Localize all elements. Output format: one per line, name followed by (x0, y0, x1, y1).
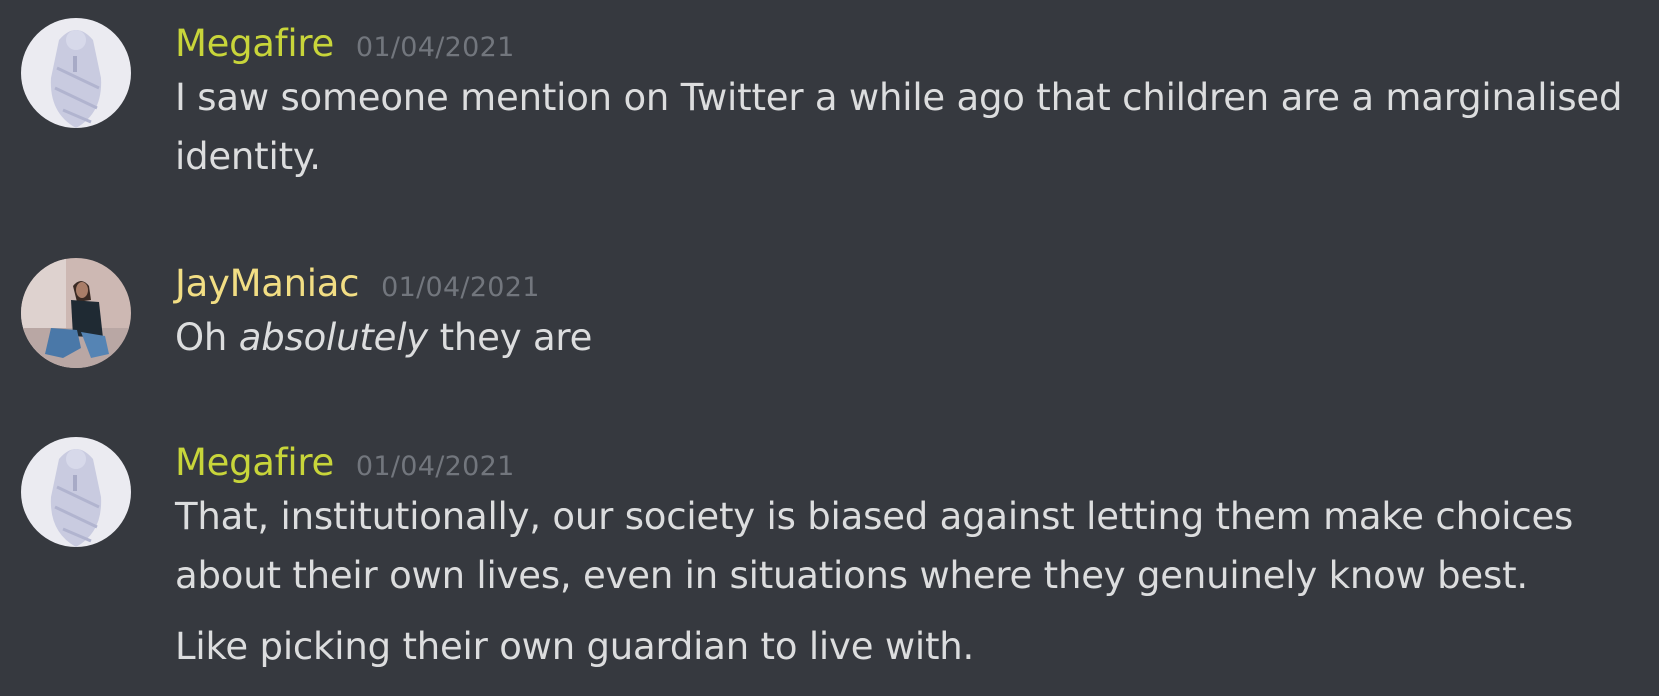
message-content: Megafire 01/04/2021 That, institutionall… (175, 441, 1639, 676)
emphasis-text: absolutely (238, 316, 429, 359)
username[interactable]: Megafire (175, 441, 334, 484)
text-before: Oh (175, 316, 239, 359)
message-text: That, institutionally, our society is bi… (175, 495, 1574, 597)
message-text: Oh absolutely they are (175, 308, 1639, 367)
username[interactable]: JayManiac (175, 262, 359, 305)
avatar[interactable] (21, 437, 131, 547)
text-after: they are (428, 316, 593, 359)
message-header: Megafire 01/04/2021 (175, 441, 1639, 487)
message-content: Megafire 01/04/2021 I saw someone mentio… (175, 22, 1639, 186)
baby-avatar-icon (21, 437, 131, 547)
timestamp[interactable]: 01/04/2021 (356, 32, 515, 63)
avatar[interactable] (21, 258, 131, 368)
message-header: JayManiac 01/04/2021 (175, 262, 1639, 308)
message-content: JayManiac 01/04/2021 Oh absolutely they … (175, 262, 1639, 367)
message-header: Megafire 01/04/2021 (175, 22, 1639, 68)
timestamp[interactable]: 01/04/2021 (381, 272, 540, 303)
photo-avatar-icon (21, 258, 131, 368)
username[interactable]: Megafire (175, 22, 334, 65)
baby-avatar-icon (21, 18, 131, 128)
avatar[interactable] (21, 18, 131, 128)
message-text: Like picking their own guardian to live … (175, 625, 975, 668)
timestamp[interactable]: 01/04/2021 (356, 451, 515, 482)
message-text: I saw someone mention on Twitter a while… (175, 76, 1623, 178)
